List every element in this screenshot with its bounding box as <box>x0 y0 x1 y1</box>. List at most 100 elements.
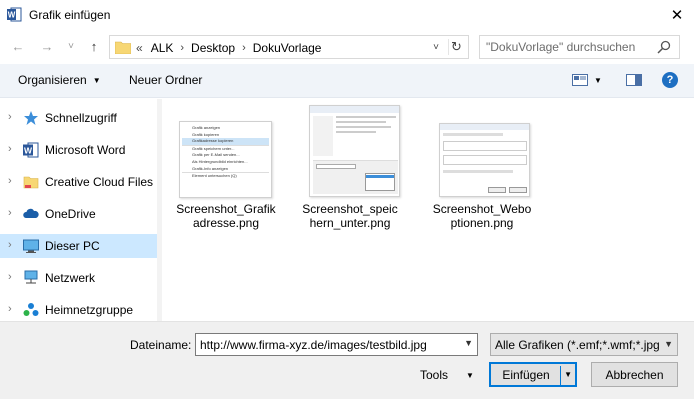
up-button[interactable]: ↑ <box>86 37 102 55</box>
chevron-right-icon[interactable]: › <box>8 303 12 315</box>
chevron-right-icon[interactable]: › <box>8 239 12 251</box>
sidebar-item-dieser-pc[interactable]: › Dieser PC <box>0 234 157 258</box>
command-bar: Organisieren ▼ Neuer Ordner ▼ ? <box>0 64 694 98</box>
search-icon <box>657 40 671 54</box>
insert-button[interactable]: Einfügen ▼ <box>489 362 577 387</box>
context-menu-line: Grafik speichern unter... <box>182 144 269 153</box>
filename-combobox[interactable]: ▼ <box>195 333 478 356</box>
context-menu-line: Grafikadresse kopieren <box>182 138 269 145</box>
chevron-right-icon[interactable]: › <box>8 207 12 219</box>
context-menu-line: Grafik per E-Mail senden... <box>192 152 240 158</box>
chevron-right-icon[interactable]: › <box>8 175 12 187</box>
back-button[interactable]: ← <box>10 37 26 55</box>
file-thumbnail: Grafik anzeigen Grafik kopieren Grafikad… <box>179 121 272 198</box>
breadcrumb: « ALK › Desktop › DokuVorlage <box>136 41 321 55</box>
sidebar-item-label: OneDrive <box>45 207 96 221</box>
svg-text:W: W <box>8 11 16 20</box>
breadcrumb-overflow[interactable]: « <box>136 41 143 55</box>
navigation-pane: › Schnellzugriff › W Microsoft Word › Cr… <box>0 99 162 321</box>
sidebar-item-creative-cloud-files[interactable]: › Creative Cloud Files <box>0 170 157 194</box>
file-list: Grafik anzeigen Grafik kopieren Grafikad… <box>162 99 694 321</box>
context-menu-line: Grafik kopieren <box>192 131 220 137</box>
breadcrumb-separator-icon: › <box>180 42 185 54</box>
breadcrumb-dokuvorlage[interactable]: DokuVorlage <box>253 41 322 55</box>
chevron-down-icon: ▼ <box>664 339 673 349</box>
forward-button[interactable]: → <box>39 37 55 55</box>
chevron-right-icon[interactable]: › <box>8 143 12 155</box>
forward-arrow-icon: → <box>40 38 54 54</box>
new-folder-button[interactable]: Neuer Ordner <box>129 73 202 87</box>
file-name: Screenshot_speichern_unter.png <box>302 202 398 230</box>
caret-down-icon[interactable]: ▼ <box>564 370 572 379</box>
sidebar-item-onedrive[interactable]: › OneDrive <box>0 202 157 226</box>
insert-label: Einfügen <box>502 367 550 382</box>
word-icon: W <box>23 142 39 158</box>
caret-down-icon: ▼ <box>594 75 602 85</box>
file-thumbnail <box>439 123 530 197</box>
sidebar-item-label: Microsoft Word <box>45 143 126 157</box>
new-folder-label: Neuer Ordner <box>129 73 203 87</box>
breadcrumb-alk[interactable]: ALK <box>151 41 174 55</box>
file-type-select[interactable]: Alle Grafiken (*.emf;*.wmf;*.jpg ▼ <box>490 333 678 356</box>
network-icon <box>24 270 38 284</box>
chevron-down-icon[interactable]: ▼ <box>464 338 473 348</box>
sidebar-item-label: Netzwerk <box>45 271 96 285</box>
sidebar-item-label: Dieser PC <box>45 239 100 253</box>
file-thumbnail <box>309 105 400 197</box>
file-name: Screenshot_Weboptionen.png <box>432 202 532 230</box>
chevron-down-icon: ˅ <box>68 40 74 52</box>
star-icon <box>24 111 38 125</box>
context-menu-line: Grafik-Info anzeigen <box>192 165 229 171</box>
navigation-row: ← → ˅ ↑ « ALK › Desktop › DokuVorlage ˅ … <box>0 31 694 63</box>
close-button[interactable]: ✕ <box>660 0 694 30</box>
folder-icon <box>115 41 131 54</box>
context-menu-line: Element untersuchen (Q) <box>182 172 269 180</box>
sidebar-item-heimnetzgruppe[interactable]: › Heimnetzgruppe <box>0 298 157 322</box>
context-menu-line: Als Hintergrundbild einrichten... <box>192 158 248 164</box>
help-icon: ? <box>662 72 678 88</box>
help-glyph: ? <box>666 74 674 86</box>
refresh-icon: ↻ <box>451 39 462 54</box>
recent-locations-button[interactable]: ˅ <box>63 37 79 55</box>
split-separator <box>560 366 561 385</box>
preview-pane-icon <box>626 74 642 86</box>
title-bar: W Grafik einfügen ✕ <box>0 0 694 31</box>
word-icon: W <box>7 7 22 22</box>
back-arrow-icon: ← <box>11 38 25 54</box>
svg-text:W: W <box>24 146 33 156</box>
sidebar-item-netzwerk[interactable]: › Netzwerk <box>0 266 157 290</box>
homegroup-icon <box>23 303 39 316</box>
pc-icon <box>23 239 39 253</box>
file-name: Screenshot_Grafikadresse.png <box>176 202 276 230</box>
search-box[interactable] <box>479 35 680 59</box>
organize-label: Organisieren <box>18 73 87 87</box>
address-bar[interactable]: « ALK › Desktop › DokuVorlage ˅ ↻ <box>109 35 469 59</box>
caret-down-icon: ▼ <box>466 370 474 380</box>
filename-label: Dateiname: <box>130 338 192 352</box>
preview-pane-button[interactable] <box>626 73 642 87</box>
chevron-right-icon[interactable]: › <box>8 111 12 123</box>
cancel-button[interactable]: Abbrechen <box>591 362 678 387</box>
chevron-right-icon[interactable]: › <box>8 271 12 283</box>
organize-button[interactable]: Organisieren ▼ <box>18 73 101 87</box>
tools-label: Tools <box>420 368 449 382</box>
context-menu-line: Grafik anzeigen <box>192 125 221 130</box>
sidebar-item-label: Schnellzugriff <box>45 111 117 125</box>
breadcrumb-desktop[interactable]: Desktop <box>191 41 235 55</box>
cloud-icon <box>23 208 39 218</box>
filename-input[interactable] <box>200 337 450 353</box>
up-arrow-icon: ↑ <box>90 38 98 54</box>
file-type-value: Alle Grafiken (*.emf;*.wmf;*.jpg <box>495 338 660 352</box>
address-dropdown-button[interactable]: ˅ <box>429 39 443 55</box>
sidebar-item-label: Creative Cloud Files <box>45 175 154 189</box>
close-icon: ✕ <box>670 7 684 24</box>
cancel-label: Abbrechen <box>605 367 664 382</box>
sidebar-item-microsoft-word[interactable]: › W Microsoft Word <box>0 138 157 162</box>
change-view-button[interactable]: ▼ <box>572 73 602 87</box>
sidebar-item-schnellzugriff[interactable]: › Schnellzugriff <box>0 106 157 130</box>
search-input[interactable] <box>486 39 651 55</box>
help-button[interactable]: ? <box>662 72 678 88</box>
refresh-button[interactable]: ↻ <box>448 39 464 55</box>
chevron-down-icon: ˅ <box>433 41 439 53</box>
tools-button[interactable]: Tools ▼ <box>420 368 474 382</box>
